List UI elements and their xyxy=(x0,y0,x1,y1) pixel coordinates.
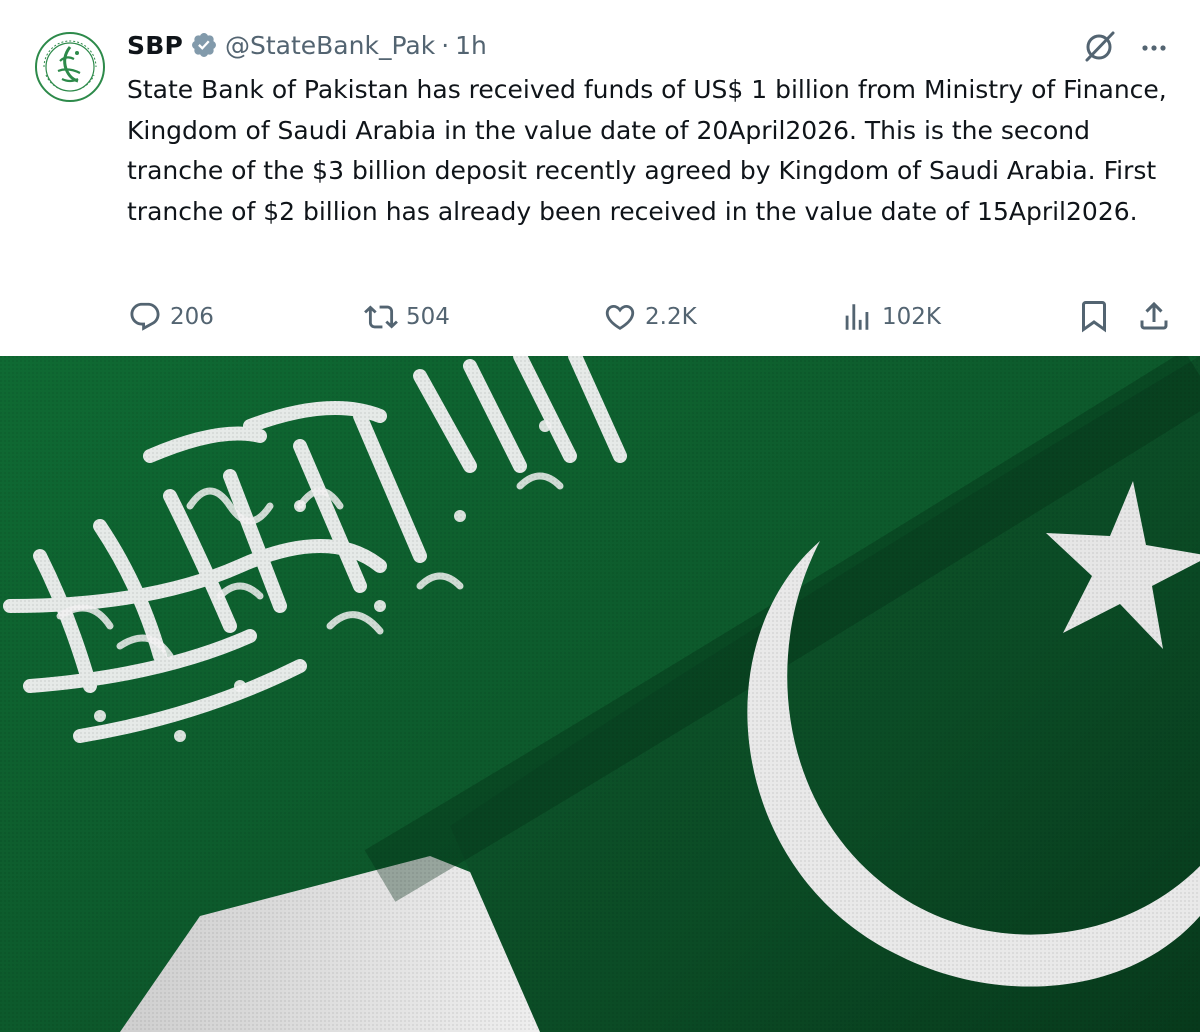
views-button[interactable]: 102K xyxy=(840,298,941,336)
sbp-logo-icon xyxy=(31,28,109,106)
reply-count: 206 xyxy=(170,304,214,330)
separator-dot: · xyxy=(441,30,450,60)
grok-icon[interactable] xyxy=(1082,28,1118,64)
reply-icon xyxy=(130,302,160,331)
repost-icon xyxy=(364,305,398,329)
like-count: 2.2K xyxy=(645,304,697,330)
author-name[interactable]: SBP xyxy=(127,31,183,60)
verified-badge-icon xyxy=(192,33,216,57)
more-icon[interactable] xyxy=(1136,30,1172,66)
repost-button[interactable]: 504 xyxy=(364,298,450,336)
like-button[interactable]: 2.2K xyxy=(603,298,697,336)
avatar[interactable] xyxy=(30,27,110,107)
heart-icon xyxy=(605,304,635,330)
share-icon[interactable] xyxy=(1136,298,1172,334)
repost-count: 504 xyxy=(406,304,450,330)
views-icon xyxy=(845,304,869,330)
reply-button[interactable]: 206 xyxy=(128,298,214,336)
timestamp[interactable]: 1h xyxy=(455,31,487,60)
bookmark-icon[interactable] xyxy=(1076,298,1112,334)
tweet-header: SBP @StateBank_Pak · 1h xyxy=(127,28,487,62)
tweet-text: State Bank of Pakistan has received fund… xyxy=(127,75,1167,226)
views-count: 102K xyxy=(882,304,941,330)
tweet-media-image[interactable] xyxy=(0,356,1200,1032)
author-handle[interactable]: @StateBank_Pak xyxy=(225,31,435,60)
tweet-card[interactable]: SBP @StateBank_Pak · 1h State Bank of Pa… xyxy=(0,0,1200,356)
flags-illustration xyxy=(0,356,1200,1032)
